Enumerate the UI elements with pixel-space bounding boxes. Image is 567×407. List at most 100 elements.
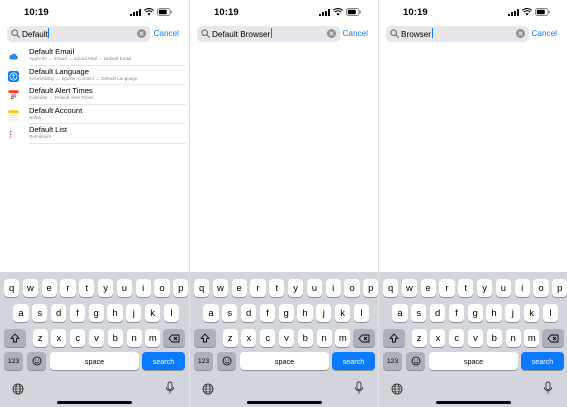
cancel-button[interactable]: Cancel [343,28,369,40]
key-j[interactable]: j [126,304,142,322]
space-key[interactable]: space [240,352,329,370]
key-x[interactable]: x [241,329,257,347]
key-c[interactable]: c [260,329,276,347]
key-r[interactable]: r [250,279,266,297]
key-h[interactable]: h [297,304,313,322]
key-q[interactable]: q [194,279,210,297]
key-f[interactable]: f [69,304,85,322]
key-m[interactable]: m [335,329,351,347]
search-result-row[interactable]: Default Email Apple ID → iCloud → iCloud … [0,46,189,66]
key-t[interactable]: t [79,279,95,297]
delete-key[interactable] [542,329,564,347]
key-g[interactable]: g [88,304,104,322]
key-i[interactable]: i [325,279,341,297]
key-u[interactable]: u [116,279,132,297]
globe-icon[interactable] [202,382,214,400]
key-y[interactable]: y [98,279,114,297]
key-b[interactable]: b [297,329,313,347]
cancel-button[interactable]: Cancel [532,28,558,40]
key-d[interactable]: d [430,304,446,322]
key-u[interactable]: u [495,279,511,297]
key-l[interactable]: l [163,304,179,322]
key-n[interactable]: n [126,329,142,347]
key-w[interactable]: w [212,279,228,297]
key-n[interactable]: n [505,329,521,347]
search-key[interactable]: search [142,352,185,370]
key-t[interactable]: t [458,279,474,297]
key-l[interactable]: l [353,304,369,322]
key-o[interactable]: o [154,279,170,297]
key-p[interactable]: p [363,279,378,297]
key-q[interactable]: q [383,279,399,297]
search-result-row[interactable]: Default Alert Times Calendar → Default Al… [0,85,189,105]
key-t[interactable]: t [269,279,285,297]
clear-text-icon[interactable] [327,29,336,38]
key-v[interactable]: v [88,329,105,347]
clear-text-icon[interactable] [516,29,525,38]
search-result-row[interactable]: Default Account Notes [0,105,189,124]
microphone-icon[interactable] [165,381,175,400]
key-f[interactable]: f [259,304,275,322]
numbers-key[interactable]: 123 [4,352,23,370]
space-key[interactable]: space [429,352,518,370]
key-y[interactable]: y [477,279,493,297]
key-y[interactable]: y [288,279,304,297]
search-input[interactable]: Default Browser [212,30,270,39]
key-f[interactable]: f [448,304,464,322]
key-i[interactable]: i [135,279,151,297]
key-l[interactable]: l [542,304,558,322]
key-k[interactable]: k [145,304,161,322]
key-s[interactable]: s [222,304,238,322]
key-i[interactable]: i [514,279,530,297]
key-w[interactable]: w [401,279,417,297]
key-x[interactable]: x [430,329,446,347]
key-z[interactable]: z [411,329,427,347]
key-m[interactable]: m [145,329,161,347]
cancel-button[interactable]: Cancel [154,28,180,40]
key-z[interactable]: z [32,329,48,347]
key-e[interactable]: e [41,279,57,297]
key-c[interactable]: c [449,329,465,347]
key-o[interactable]: o [344,279,360,297]
numbers-key[interactable]: 123 [194,352,213,370]
key-n[interactable]: n [316,329,332,347]
clear-text-icon[interactable] [137,29,146,38]
search-result-row[interactable]: Default Language Accessibility → Spoken C… [0,66,189,85]
key-c[interactable]: c [70,329,86,347]
key-g[interactable]: g [278,304,294,322]
key-r[interactable]: r [60,279,76,297]
key-h[interactable]: h [107,304,123,322]
key-x[interactable]: x [51,329,67,347]
key-a[interactable]: a [13,304,29,322]
key-j[interactable]: j [316,304,332,322]
key-d[interactable]: d [51,304,67,322]
key-v[interactable]: v [278,329,295,347]
key-j[interactable]: j [505,304,521,322]
key-h[interactable]: h [486,304,502,322]
key-s[interactable]: s [411,304,427,322]
key-s[interactable]: s [32,304,48,322]
delete-key[interactable] [353,329,375,347]
key-a[interactable]: a [392,304,408,322]
key-v[interactable]: v [467,329,484,347]
emoji-key[interactable] [217,352,236,370]
search-key[interactable]: search [521,352,564,370]
key-o[interactable]: o [533,279,549,297]
microphone-icon[interactable] [543,381,553,400]
key-e[interactable]: e [420,279,436,297]
key-p[interactable]: p [173,279,189,297]
globe-icon[interactable] [391,382,403,400]
search-input[interactable]: Browser [401,30,431,39]
search-field[interactable]: Default Browser [197,26,340,42]
key-a[interactable]: a [203,304,219,322]
numbers-key[interactable]: 123 [383,352,402,370]
search-field[interactable]: Browser [386,26,529,42]
key-b[interactable]: b [107,329,123,347]
microphone-icon[interactable] [354,381,364,400]
key-g[interactable]: g [467,304,483,322]
emoji-key[interactable] [406,352,425,370]
key-r[interactable]: r [439,279,455,297]
key-k[interactable]: k [335,304,351,322]
key-p[interactable]: p [552,279,567,297]
shift-key[interactable] [4,329,26,347]
